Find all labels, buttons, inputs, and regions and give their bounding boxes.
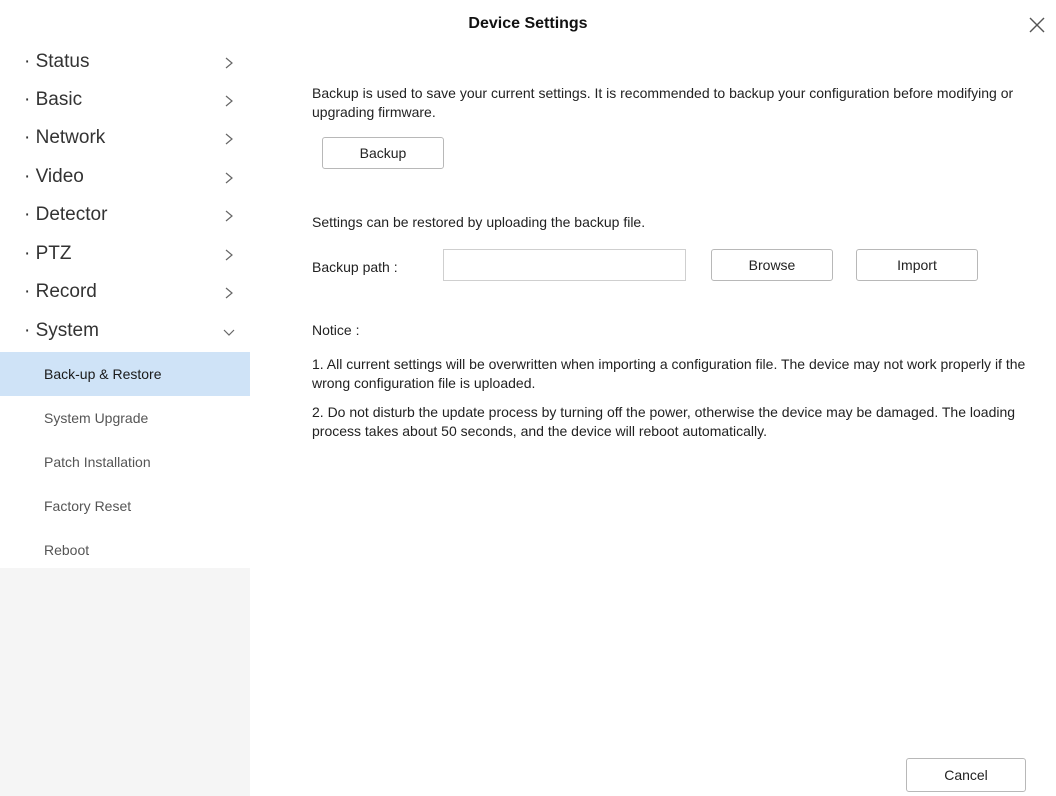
sidebar-subitem-label: Factory Reset	[44, 498, 132, 514]
sidebar-item-video[interactable]: · Video	[0, 159, 250, 197]
chevron-right-icon	[225, 95, 233, 107]
chevron-right-icon	[225, 172, 233, 184]
backup-path-input[interactable]	[443, 249, 686, 281]
sidebar-nav: · Status · Basic · Network · Video · Det…	[0, 44, 250, 570]
chevron-right-icon	[225, 133, 233, 145]
browse-button[interactable]: Browse	[711, 249, 833, 281]
sidebar-subitem-factory-reset[interactable]: Factory Reset	[0, 484, 250, 528]
import-button[interactable]: Import	[856, 249, 978, 281]
sidebar-item-label: · Record	[24, 281, 97, 302]
sidebar-subitem-system-upgrade[interactable]: System Upgrade	[0, 396, 250, 440]
sidebar-item-status[interactable]: · Status	[0, 44, 250, 82]
sidebar-item-label: · System	[24, 320, 99, 341]
sidebar-item-label: · Status	[24, 51, 90, 72]
chevron-right-icon	[225, 249, 233, 261]
title-bar: Device Settings	[0, 0, 1056, 44]
sidebar-item-label: · Video	[24, 166, 84, 187]
notice-item-1: 1. All current settings will be overwrit…	[312, 356, 1026, 391]
cancel-button[interactable]: Cancel	[906, 758, 1026, 792]
backup-description: Backup is used to save your current sett…	[312, 85, 1014, 120]
close-icon	[1029, 17, 1045, 33]
sidebar-item-label: · Detector	[24, 204, 108, 225]
sidebar-subitem-label: System Upgrade	[44, 410, 149, 426]
sidebar-subitem-label: Back-up & Restore	[44, 366, 162, 382]
chevron-right-icon	[225, 210, 233, 222]
sidebar-item-network[interactable]: · Network	[0, 120, 250, 158]
backup-button[interactable]: Backup	[322, 137, 444, 169]
window-title: Device Settings	[468, 15, 588, 32]
sidebar-empty-area	[0, 568, 250, 796]
sidebar-item-basic[interactable]: · Basic	[0, 82, 250, 120]
sidebar-item-label: · Basic	[24, 89, 83, 110]
main-content: Backup is used to save your current sett…	[250, 44, 1056, 796]
sidebar-subitem-reboot[interactable]: Reboot	[0, 528, 250, 572]
chevron-right-icon	[225, 57, 233, 69]
sidebar-subitem-patch-installation[interactable]: Patch Installation	[0, 440, 250, 484]
sidebar: · Status · Basic · Network · Video · Det…	[0, 44, 250, 796]
close-button[interactable]	[1026, 14, 1048, 36]
backup-path-label: Backup path :	[312, 259, 398, 275]
notice-item-2: 2. Do not disturb the update process by …	[312, 404, 1016, 439]
sidebar-item-system[interactable]: · System	[0, 313, 250, 351]
sidebar-item-detector[interactable]: · Detector	[0, 197, 250, 235]
chevron-right-icon	[225, 287, 233, 299]
chevron-down-icon	[223, 329, 235, 336]
sidebar-subitem-label: Reboot	[44, 542, 90, 558]
notice-title: Notice :	[312, 322, 360, 338]
restore-description: Settings can be restored by uploading th…	[312, 214, 646, 230]
sidebar-item-label: · PTZ	[24, 243, 72, 264]
sidebar-item-record[interactable]: · Record	[0, 274, 250, 312]
sidebar-item-label: · Network	[24, 127, 106, 148]
sidebar-subitem-backup-restore[interactable]: Back-up & Restore	[0, 352, 250, 396]
sidebar-item-ptz[interactable]: · PTZ	[0, 236, 250, 274]
sidebar-subitem-label: Patch Installation	[44, 454, 151, 470]
